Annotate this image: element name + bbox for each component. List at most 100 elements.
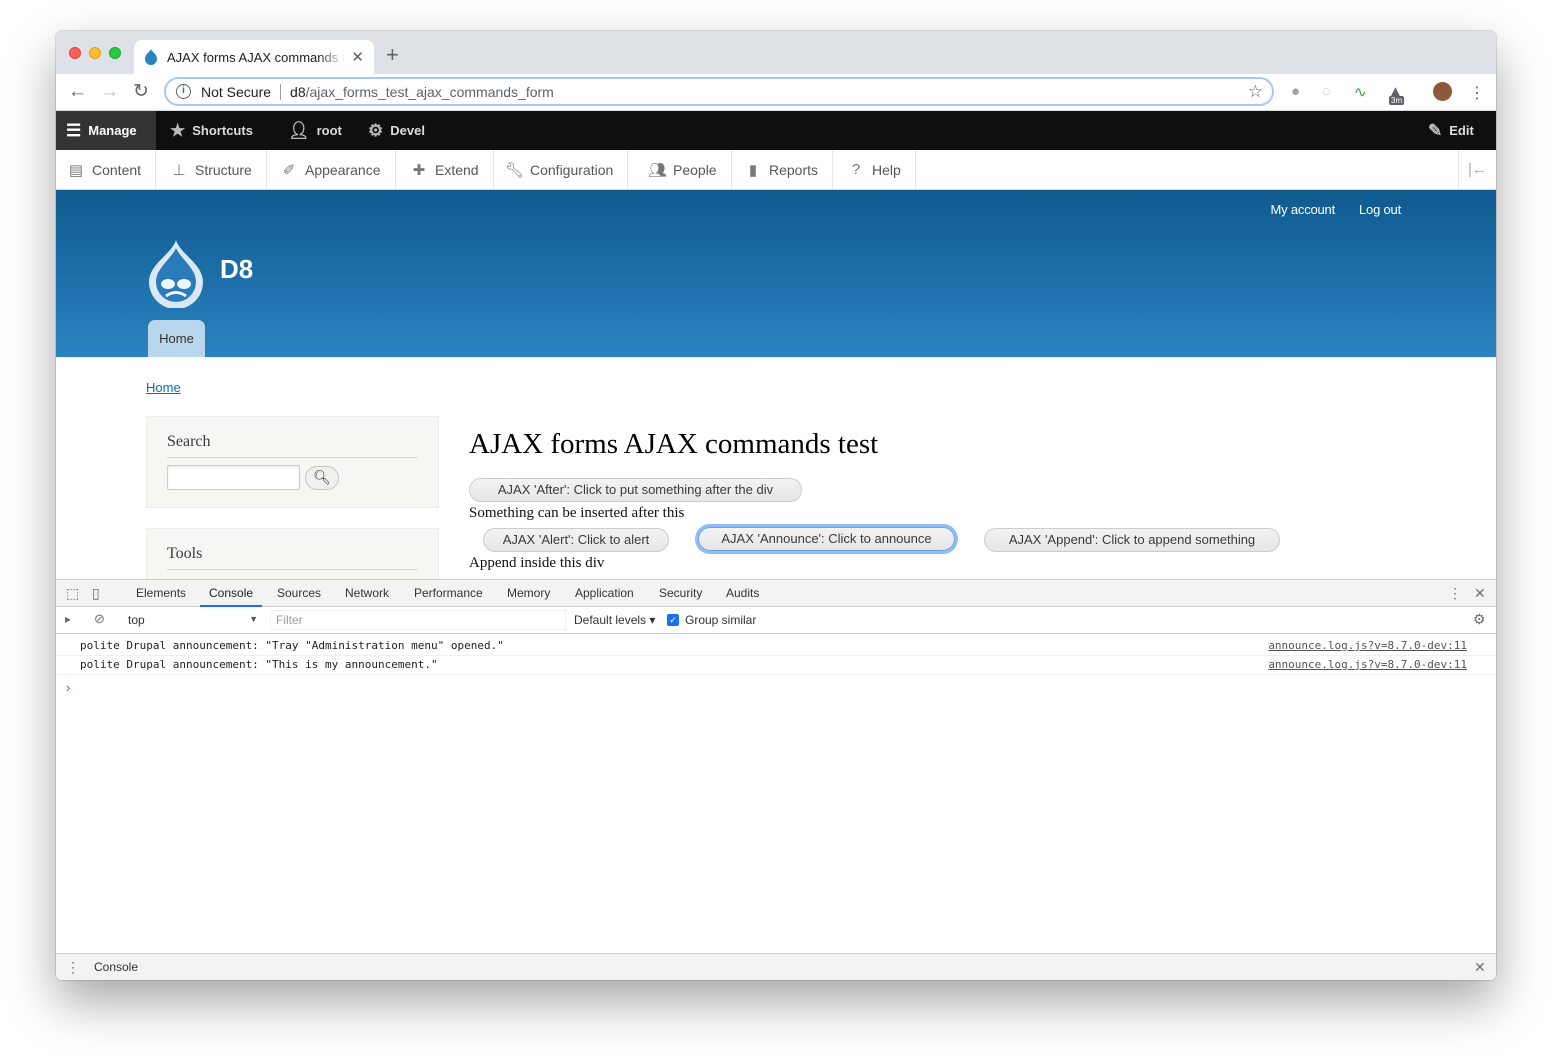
tray-item-help[interactable]: ? Help: [836, 150, 916, 189]
tab-network[interactable]: Network: [345, 580, 389, 607]
group-similar-checkbox[interactable]: ✓: [667, 614, 679, 626]
search-icon: 🔍︎: [313, 469, 331, 485]
maximize-window-button[interactable]: [109, 47, 121, 59]
tab-performance[interactable]: Performance: [414, 580, 483, 607]
tab-title: AJAX forms AJAX commands test: [167, 49, 346, 65]
tray-item-label: Extend: [435, 161, 479, 178]
console-source-link[interactable]: announce.log.js?v=8.7.0-dev:11: [1268, 637, 1467, 655]
ajax-alert-button[interactable]: AJAX 'Alert': Click to alert: [483, 528, 669, 552]
admin-user-label: root: [316, 123, 342, 138]
admin-shortcuts[interactable]: ★ Shortcuts: [170, 111, 253, 150]
page-title: AJAX forms AJAX commands test: [469, 428, 879, 460]
timer-badge: 3m: [1389, 96, 1405, 105]
drupal-extension-icon[interactable]: ●: [1291, 83, 1300, 100]
device-toolbar-icon[interactable]: ▯: [92, 585, 100, 602]
close-window-button[interactable]: [69, 47, 81, 59]
hamburger-icon: ☰: [66, 120, 82, 140]
tray-item-label: People: [673, 161, 717, 178]
log-levels-label: Default levels: [574, 613, 647, 627]
tray-item-structure[interactable]: ⊥ Structure: [159, 150, 267, 189]
tray-item-label: Help: [872, 161, 901, 178]
devtools-panel: ⬚ ▯ Elements Console Sources Network Per…: [56, 579, 1496, 980]
search-block: Search 🔍︎: [146, 416, 439, 508]
forward-icon[interactable]: →: [100, 81, 119, 103]
drupal-logo-icon[interactable]: [146, 240, 206, 308]
tray-item-people[interactable]: 👥︎ People: [637, 150, 732, 189]
pulse-extension-icon[interactable]: ∿: [1354, 83, 1367, 101]
tab-console[interactable]: Console: [200, 580, 263, 607]
drawer-menu-icon[interactable]: ⋮: [66, 959, 80, 976]
omnibox-separator: [280, 83, 282, 100]
reload-icon[interactable]: ↻: [133, 81, 149, 103]
new-tab-button[interactable]: +: [386, 44, 399, 66]
inspect-element-icon[interactable]: ⬚: [66, 585, 79, 602]
ajax-append-button[interactable]: AJAX 'Append': Click to append something: [984, 528, 1280, 552]
bar-chart-icon: ▮: [748, 161, 758, 179]
drawer-close-icon[interactable]: ✕: [1474, 959, 1486, 976]
tray-orientation-toggle-icon[interactable]: |←: [1458, 150, 1496, 189]
log-out-link[interactable]: Log out: [1359, 202, 1401, 217]
tab-sources[interactable]: Sources: [277, 580, 321, 607]
tray-item-label: Configuration: [530, 161, 614, 178]
tab-elements[interactable]: Elements: [136, 580, 186, 607]
clear-console-icon[interactable]: ⊘: [94, 611, 105, 627]
star-icon: ★: [170, 120, 186, 140]
console-filter-input[interactable]: Filter: [270, 610, 566, 630]
console-settings-gear-icon[interactable]: ⚙: [1473, 611, 1486, 628]
url-path: /ajax_forms_test_ajax_commands_form: [305, 83, 554, 100]
info-icon[interactable]: i: [176, 84, 191, 99]
tray-item-appearance[interactable]: ✐ Appearance: [269, 150, 396, 189]
tray-item-configuration[interactable]: 🔧︎ Configuration: [494, 150, 629, 189]
context-select[interactable]: top ▼: [128, 613, 258, 627]
breadcrumb[interactable]: Home: [146, 380, 181, 395]
admin-manage[interactable]: ☰ Manage: [56, 111, 156, 150]
devtools-menu-icon[interactable]: ⋮: [1448, 585, 1462, 602]
admin-edit-label: Edit: [1449, 123, 1474, 138]
admin-shortcuts-label: Shortcuts: [192, 123, 253, 138]
address-bar[interactable]: i Not Secure d8 /ajax_forms_test_ajax_co…: [164, 77, 1274, 106]
admin-edit[interactable]: ✎ Edit: [1428, 111, 1474, 150]
tray-item-label: Reports: [769, 161, 819, 178]
bookmark-star-icon[interactable]: ☆: [1248, 82, 1263, 102]
site-name[interactable]: D8: [220, 254, 253, 285]
main-menu-home[interactable]: Home: [148, 320, 205, 357]
extension-icon[interactable]: ◌: [1322, 83, 1331, 100]
ajax-announce-button[interactable]: AJAX 'Announce': Click to announce: [698, 527, 955, 551]
log-levels-select[interactable]: Default levels ▾: [574, 613, 655, 627]
devtools-drawer: ⋮ Console ✕: [56, 953, 1496, 980]
tab-strip: AJAX forms AJAX commands test ✕ +: [56, 31, 1496, 74]
tray-item-content[interactable]: ▤ Content: [56, 150, 157, 189]
pencil-icon: ✎: [1428, 120, 1443, 140]
drupal-favicon-icon: [145, 49, 157, 65]
devtools-close-icon[interactable]: ✕: [1474, 585, 1486, 602]
tray-item-label: Structure: [195, 161, 252, 178]
tab-audits[interactable]: Audits: [726, 580, 759, 607]
tools-block: Tools: [146, 528, 439, 579]
tray-item-reports[interactable]: ▮ Reports: [733, 150, 834, 189]
close-tab-icon[interactable]: ✕: [351, 48, 364, 66]
ajax-after-button[interactable]: AJAX 'After': Click to put something aft…: [469, 478, 802, 502]
secondary-menu: My account Log out: [1271, 202, 1402, 217]
minimize-window-button[interactable]: [89, 47, 101, 59]
profile-avatar[interactable]: [1433, 82, 1452, 101]
back-icon[interactable]: ←: [68, 81, 87, 103]
my-account-link[interactable]: My account: [1271, 202, 1336, 217]
browser-tab[interactable]: AJAX forms AJAX commands test ✕: [134, 40, 374, 74]
sidebar-toggle-icon[interactable]: ▸: [65, 612, 71, 626]
console-source-link[interactable]: announce.log.js?v=8.7.0-dev:11: [1268, 656, 1467, 674]
structure-icon: ⊥: [172, 161, 186, 179]
tab-security[interactable]: Security: [659, 580, 702, 607]
search-button[interactable]: 🔍︎: [305, 466, 339, 490]
search-input[interactable]: [167, 465, 300, 490]
tab-application[interactable]: Application: [575, 580, 634, 607]
menu-kebab-icon[interactable]: ⋮: [1469, 83, 1485, 103]
drawer-tab-console[interactable]: Console: [84, 954, 148, 980]
admin-toolbar: ☰ Manage ★ Shortcuts 👤︎ root ⚙ Devel ✎ E…: [56, 111, 1496, 150]
admin-devel[interactable]: ⚙ Devel: [368, 111, 425, 150]
tray-item-extend[interactable]: ✚ Extend: [399, 150, 494, 189]
admin-user[interactable]: 👤︎ root: [288, 111, 342, 150]
tab-memory[interactable]: Memory: [507, 580, 550, 607]
browser-toolbar: ← → ↻ i Not Secure d8 /ajax_forms_test_a…: [56, 74, 1496, 111]
console-prompt-icon[interactable]: ›: [66, 680, 70, 695]
tools-block-title: Tools: [167, 545, 418, 570]
